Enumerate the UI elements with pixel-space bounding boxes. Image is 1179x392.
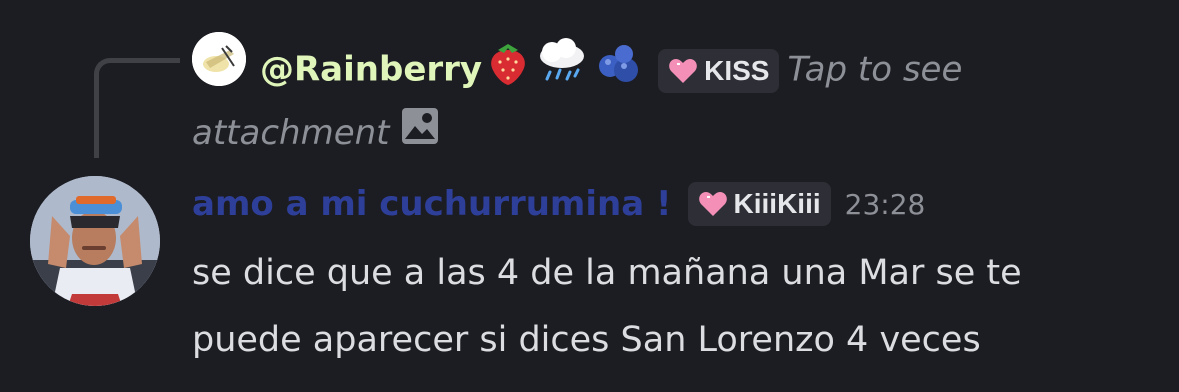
- message-author-tag[interactable]: KiiiKiii: [687, 182, 831, 226]
- message-line: puede aparecer si dices San Lorenzo 4 ve…: [192, 320, 981, 360]
- message-line: se dice que a las 4 de la mañana una Mar…: [192, 253, 1022, 293]
- reply-author-tag[interactable]: KISS: [658, 49, 780, 93]
- reply-spine: [94, 58, 180, 158]
- reply-author-name[interactable]: @Rainberry: [260, 50, 482, 90]
- reply-tag-label: KISS: [704, 55, 770, 86]
- reply-preview-line[interactable]: @Rainberry KISS Tap to see attachment: [192, 38, 1152, 164]
- pink-heart-icon: [698, 192, 727, 216]
- blueberries-emoji: [594, 38, 642, 104]
- pink-heart-icon: [669, 59, 697, 83]
- message-tag-label: KiiiKiii: [733, 188, 821, 219]
- message-header: amo a mi cuchurrumina ! KiiiKiii 23:28: [192, 178, 925, 230]
- message-author-name[interactable]: amo a mi cuchurrumina !: [192, 184, 672, 224]
- message-author-avatar[interactable]: [30, 176, 160, 306]
- message-timestamp: 23:28: [844, 187, 926, 221]
- cloud-rain-emoji: [534, 38, 590, 104]
- strawberry-emoji: [486, 38, 530, 104]
- image-icon: [400, 106, 440, 164]
- message-content: se dice que a las 4 de la mañana una Mar…: [192, 240, 1152, 374]
- avatar-photo-icon: [30, 176, 160, 306]
